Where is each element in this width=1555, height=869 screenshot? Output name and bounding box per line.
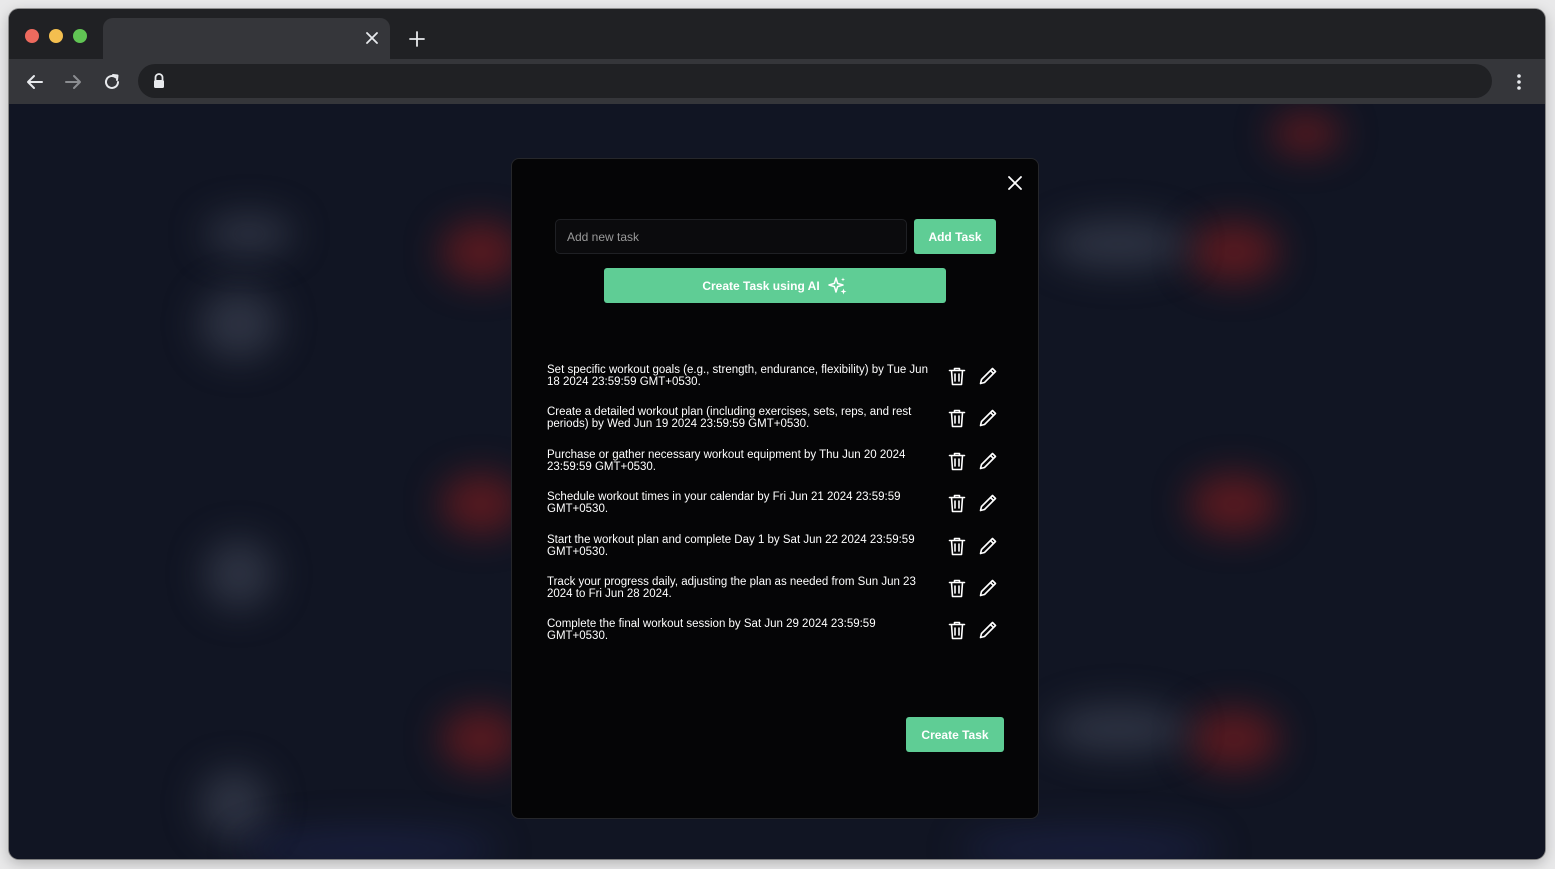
task-item: Create a detailed workout plan (includin… [547, 394, 1007, 436]
pencil-icon[interactable] [976, 491, 1000, 515]
new-tab-plus-icon[interactable] [405, 27, 429, 51]
page-backdrop: Add Task Create Task using AI Set specif… [9, 104, 1545, 859]
task-item: Complete the final workout session by Sa… [547, 606, 1007, 648]
browser-window: Add Task Create Task using AI Set specif… [9, 9, 1545, 859]
back-arrow-icon[interactable] [22, 69, 48, 95]
task-item: Schedule workout times in your calendar … [547, 479, 1007, 521]
pencil-icon[interactable] [976, 618, 1000, 642]
backdrop-blur-shape [239, 829, 499, 859]
task-text: Purchase or gather necessary workout equ… [547, 448, 906, 473]
backdrop-blur-shape [204, 214, 294, 254]
trash-icon[interactable] [945, 364, 969, 388]
create-task-modal: Add Task Create Task using AI Set specif… [511, 158, 1039, 819]
backdrop-blur-shape [959, 829, 1219, 859]
backdrop-blur-shape [1271, 114, 1341, 154]
trash-icon[interactable] [945, 406, 969, 430]
lock-icon [152, 73, 166, 89]
backdrop-blur-shape [199, 769, 269, 839]
window-close-button[interactable] [25, 29, 39, 43]
backdrop-blur-shape [1189, 474, 1279, 534]
create-task-button[interactable]: Create Task [906, 717, 1004, 752]
address-bar[interactable] [138, 64, 1492, 98]
pencil-icon[interactable] [976, 534, 1000, 558]
sparkle-icon [827, 276, 848, 296]
backdrop-blur-shape [1049, 219, 1189, 269]
close-icon[interactable] [1005, 173, 1025, 193]
pencil-icon[interactable] [976, 449, 1000, 473]
backdrop-blur-shape [1049, 704, 1189, 754]
backdrop-blur-shape [1189, 222, 1279, 282]
tab-strip [9, 9, 1545, 59]
more-vertical-icon[interactable] [1511, 69, 1527, 95]
trash-icon[interactable] [945, 576, 969, 600]
trash-icon[interactable] [945, 491, 969, 515]
task-item: Purchase or gather necessary workout equ… [547, 437, 1007, 479]
task-text: Schedule workout times in your calendar … [547, 491, 901, 516]
task-text: Complete the final workout session by Sa… [547, 618, 876, 643]
task-list: Set specific workout goals (e.g., streng… [547, 352, 1007, 649]
browser-tab[interactable] [103, 18, 390, 59]
create-task-ai-label: Create Task using AI [702, 278, 820, 293]
forward-arrow-icon[interactable] [60, 69, 86, 95]
add-task-button[interactable]: Add Task [914, 219, 996, 254]
tab-close-icon[interactable] [362, 28, 382, 48]
window-maximize-button[interactable] [73, 29, 87, 43]
task-item: Set specific workout goals (e.g., streng… [547, 352, 1007, 394]
browser-toolbar [9, 59, 1545, 104]
task-text: Start the workout plan and complete Day … [547, 533, 915, 558]
pencil-icon[interactable] [976, 406, 1000, 430]
backdrop-blur-shape [441, 474, 521, 534]
task-item: Start the workout plan and complete Day … [547, 522, 1007, 564]
pencil-icon[interactable] [976, 576, 1000, 600]
window-minimize-button[interactable] [49, 29, 63, 43]
pencil-icon[interactable] [976, 364, 1000, 388]
create-task-ai-button[interactable]: Create Task using AI [604, 268, 946, 303]
backdrop-blur-shape [1189, 709, 1279, 769]
backdrop-blur-shape [204, 539, 274, 609]
task-text: Set specific workout goals (e.g., streng… [547, 364, 928, 388]
task-item: Track your progress daily, adjusting the… [547, 564, 1007, 606]
backdrop-blur-shape [199, 289, 279, 359]
backdrop-blur-shape [441, 709, 521, 769]
trash-icon[interactable] [945, 618, 969, 642]
task-text: Create a detailed workout plan (includin… [547, 406, 912, 431]
trash-icon[interactable] [945, 449, 969, 473]
task-text: Track your progress daily, adjusting the… [547, 575, 916, 600]
reload-icon[interactable] [99, 69, 125, 95]
backdrop-blur-shape [441, 222, 521, 282]
new-task-input[interactable] [555, 219, 907, 254]
trash-icon[interactable] [945, 534, 969, 558]
